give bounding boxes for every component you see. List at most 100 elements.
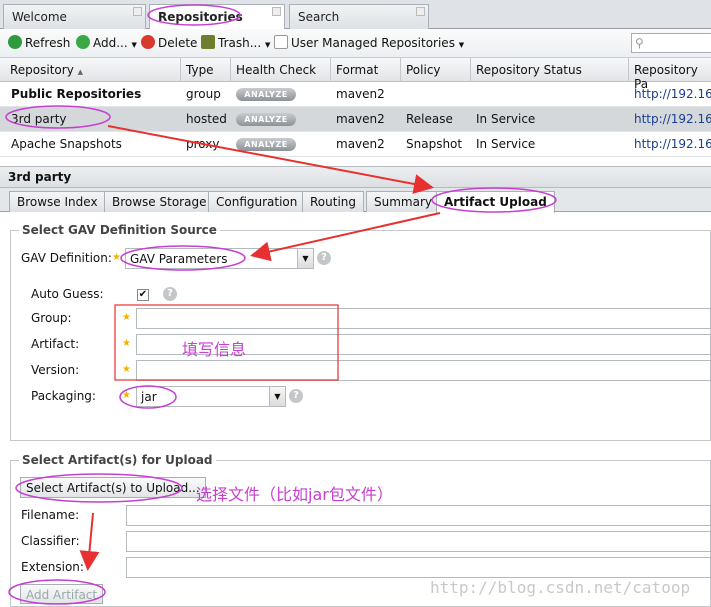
version-input[interactable] xyxy=(136,360,711,381)
close-icon[interactable] xyxy=(133,7,142,16)
close-icon[interactable] xyxy=(272,7,281,16)
required-star-icon: ★ xyxy=(122,312,131,323)
tab-repositories[interactable]: Repositories xyxy=(149,4,285,30)
annotation-fill-info: 填写信息 xyxy=(182,340,247,359)
search-input[interactable]: ⚲ xyxy=(631,33,711,53)
table-row[interactable]: Apache Snapshots proxy ANALYZE maven2 Sn… xyxy=(0,132,711,157)
tab-routing[interactable]: Routing xyxy=(302,191,365,212)
gav-definition-value: GAV Parameters xyxy=(130,252,228,266)
version-label: Version: xyxy=(31,363,80,377)
table-row[interactable]: 3rd party hosted ANALYZE maven2 Release … xyxy=(0,107,711,132)
analyze-button[interactable]: ANALYZE xyxy=(236,138,296,151)
auto-guess-checkbox[interactable]: ✔ xyxy=(137,289,149,301)
delete-button[interactable]: Delete xyxy=(141,35,197,50)
upload-fieldset-legend: Select Artifact(s) for Upload xyxy=(19,453,216,467)
column-repository-status[interactable]: Repository Status xyxy=(476,63,582,77)
tab-browse-index[interactable]: Browse Index xyxy=(9,191,106,212)
analyze-button[interactable]: ANALYZE xyxy=(236,88,296,101)
tab-configuration[interactable]: Configuration xyxy=(208,191,306,212)
repository-type: group xyxy=(186,87,221,101)
tab-search[interactable]: Search xyxy=(289,4,429,29)
filename-input[interactable] xyxy=(126,505,711,526)
column-format[interactable]: Format xyxy=(336,63,378,77)
auto-guess-label: Auto Guess: xyxy=(31,287,104,301)
column-policy[interactable]: Policy xyxy=(406,63,441,77)
analyze-button[interactable]: ANALYZE xyxy=(236,113,296,126)
sort-asc-icon: ▲ xyxy=(77,68,84,76)
table-row[interactable]: Public Repositories group ANALYZE maven2… xyxy=(0,82,711,107)
top-tab-bar: Welcome Repositories Search xyxy=(0,0,711,30)
chevron-down-icon[interactable]: ▼ xyxy=(269,387,285,406)
add-button[interactable]: Add... ▼ xyxy=(76,35,137,50)
tab-artifact-upload[interactable]: Artifact Upload xyxy=(436,191,555,213)
repository-status: In Service xyxy=(476,137,536,151)
column-repository-label: Repository xyxy=(10,63,74,77)
column-type[interactable]: Type xyxy=(186,63,214,77)
trash-icon xyxy=(201,35,215,49)
classifier-label: Classifier: xyxy=(21,534,80,548)
watermark: http://blog.csdn.net/catoop xyxy=(430,578,691,597)
required-star-icon: ★ xyxy=(122,338,131,349)
filename-label: Filename: xyxy=(21,508,80,522)
repository-type: proxy xyxy=(186,137,220,151)
column-divider xyxy=(230,58,231,82)
search-icon: ⚲ xyxy=(635,36,644,50)
repository-path[interactable]: http://192.168. xyxy=(634,87,711,101)
repository-tab-bar: Browse Index Browse Storage Configuratio… xyxy=(0,188,711,213)
gav-definition-label: GAV Definition: xyxy=(21,251,112,265)
artifact-label: Artifact: xyxy=(31,337,80,351)
required-star-icon: ★ xyxy=(122,390,131,401)
extension-label: Extension: xyxy=(21,560,84,574)
repository-path[interactable]: http://192.168. xyxy=(634,137,711,151)
add-label: Add... xyxy=(93,36,128,50)
column-divider xyxy=(470,58,471,82)
help-icon[interactable]: ? xyxy=(163,287,177,301)
column-divider xyxy=(628,58,629,82)
column-divider xyxy=(400,58,401,82)
column-divider xyxy=(180,58,181,82)
delete-icon xyxy=(141,35,155,49)
repository-name: Public Repositories xyxy=(11,87,142,101)
repository-path[interactable]: http://192.168. xyxy=(634,112,711,126)
help-icon[interactable]: ? xyxy=(289,389,303,403)
dropdown-arrow-icon: ▼ xyxy=(264,41,271,49)
tab-summary[interactable]: Summary xyxy=(366,191,440,212)
repository-name: 3rd party xyxy=(11,112,67,126)
add-artifact-button[interactable]: Add Artifact xyxy=(20,584,104,604)
annotation-select-file: 选择文件（比如jar包文件） xyxy=(196,485,393,504)
tab-search-label: Search xyxy=(298,10,340,24)
user-managed-label: User Managed Repositories xyxy=(291,36,455,50)
extension-input[interactable] xyxy=(126,557,711,578)
close-icon[interactable] xyxy=(416,7,425,16)
group-label: Group: xyxy=(31,311,72,325)
repository-format: maven2 xyxy=(336,112,385,126)
select-artifacts-button[interactable]: Select Artifact(s) to Upload... xyxy=(20,477,206,498)
required-star-icon: ★ xyxy=(112,252,121,263)
gav-definition-select[interactable]: GAV Parameters ▼ xyxy=(125,248,314,269)
grid-header: Repository ▲ Type Health Check Format Po… xyxy=(0,58,711,91)
repository-policy: Release xyxy=(406,112,453,126)
tab-welcome[interactable]: Welcome xyxy=(3,4,146,29)
gav-fieldset-legend: Select GAV Definition Source xyxy=(19,223,220,237)
trash-label: Trash... xyxy=(218,36,262,50)
delete-label: Delete xyxy=(158,36,198,50)
chevron-down-icon[interactable]: ▼ xyxy=(297,249,313,268)
refresh-label: Refresh xyxy=(25,36,71,50)
column-repository[interactable]: Repository ▲ xyxy=(10,63,83,77)
user-managed-repositories-button[interactable]: User Managed Repositories ▼ xyxy=(274,35,464,50)
repository-format: maven2 xyxy=(336,137,385,151)
packaging-select[interactable]: jar ▼ xyxy=(136,386,286,407)
column-divider xyxy=(330,58,331,82)
tab-welcome-label: Welcome xyxy=(12,10,67,24)
trash-button[interactable]: Trash... ▼ xyxy=(201,35,270,50)
refresh-button[interactable]: Refresh xyxy=(8,35,70,50)
tab-repositories-label: Repositories xyxy=(158,10,243,24)
document-icon xyxy=(274,35,288,49)
help-icon[interactable]: ? xyxy=(317,251,331,265)
column-health-check[interactable]: Health Check xyxy=(236,63,316,77)
repository-name: Apache Snapshots xyxy=(11,137,122,151)
classifier-input[interactable] xyxy=(126,531,711,552)
repository-status: In Service xyxy=(476,112,536,126)
tab-browse-storage[interactable]: Browse Storage xyxy=(104,191,215,212)
group-input[interactable] xyxy=(136,308,711,329)
